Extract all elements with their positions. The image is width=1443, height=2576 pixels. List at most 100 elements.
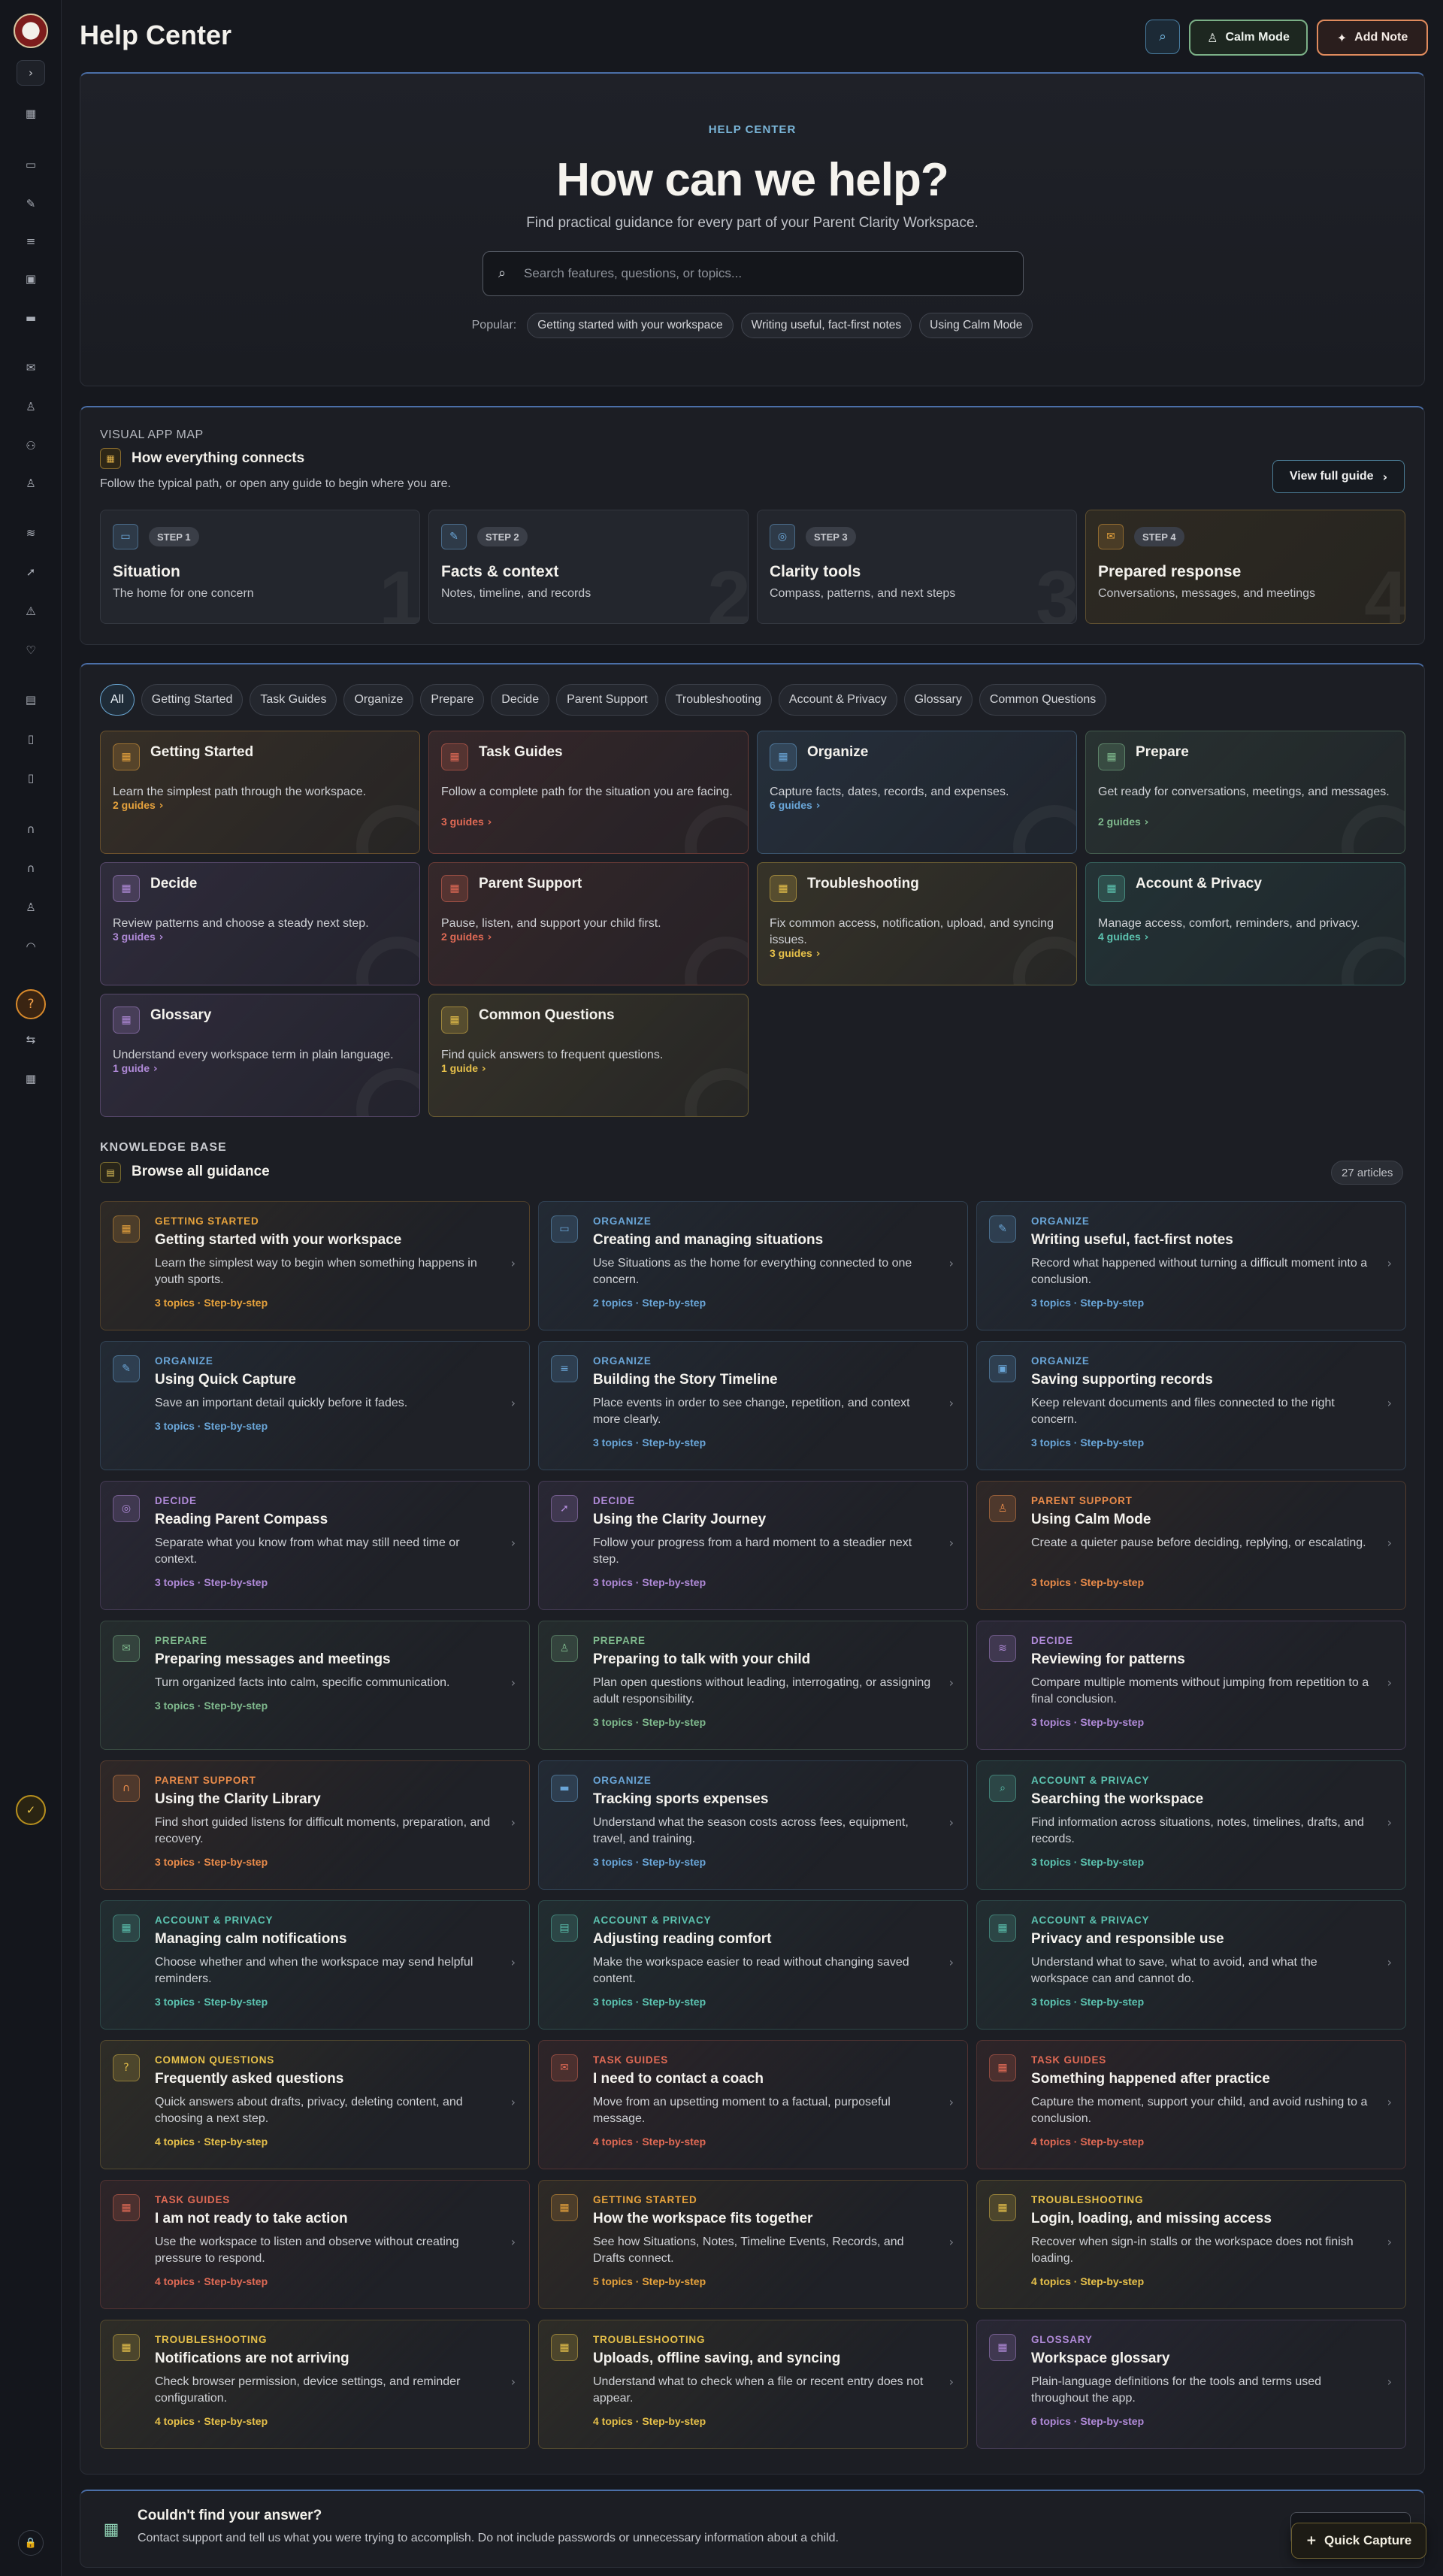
add-note-button[interactable]: ✦ Add Note (1317, 20, 1428, 56)
note-icon[interactable]: ✎ (20, 192, 42, 215)
article-card[interactable]: ◎ DECIDE Reading Parent Compass Separate wh… (100, 1481, 530, 1610)
card-icon[interactable]: ▬ (20, 307, 42, 329)
article-card[interactable]: ▦ GETTING STARTED How the workspace fits t… (538, 2180, 968, 2309)
help-icon[interactable]: ? (16, 989, 46, 1019)
calendar-icon[interactable]: ▣ (20, 268, 42, 290)
figure-icon[interactable]: ♙ (20, 896, 42, 919)
search-button[interactable]: ⌕ (1145, 20, 1180, 54)
category-card[interactable]: ▦ Parent Support Pause, listen, and suppor… (428, 862, 749, 985)
article-card[interactable]: ♙ PARENT SUPPORT Using Calm Mode Create a q… (976, 1481, 1406, 1610)
article-card[interactable]: ✉ PREPARE Preparing messages and meetings T… (100, 1621, 530, 1750)
check-icon[interactable]: ✓ (16, 1795, 46, 1825)
article-card[interactable]: ✎ ORGANIZE Writing useful, fact-first note… (976, 1201, 1406, 1330)
document-icon[interactable]: ▤ (20, 689, 42, 711)
category-card[interactable]: ▦ Getting Started Learn the simplest path … (100, 731, 420, 854)
journey-icon[interactable]: ➚ (20, 561, 42, 583)
popular-chip[interactable]: Writing useful, fact-first notes (740, 313, 912, 338)
lock-icon[interactable]: 🔒 (18, 2530, 44, 2556)
step-card[interactable]: ✉ STEP 4 Prepared response Conversations, m… (1085, 510, 1405, 624)
knowledge-base-title: Browse all guidance (132, 1164, 270, 1179)
alert-icon[interactable]: ⚠ (20, 600, 42, 622)
filter-chip[interactable]: Common Questions (979, 684, 1107, 716)
settings-icon[interactable]: ⇆ (20, 1028, 42, 1051)
filter-chip[interactable]: Getting Started (141, 684, 244, 716)
filter-chip[interactable]: Parent Support (556, 684, 658, 716)
article-card[interactable]: ♙ PREPARE Preparing to talk with your chil… (538, 1621, 968, 1750)
folder-icon: ▭ (551, 1215, 578, 1243)
step-card[interactable]: ▭ STEP 1 Situation The home for one concern… (100, 510, 420, 624)
headphones-icon[interactable]: ∩ (20, 857, 42, 879)
logo[interactable] (14, 14, 48, 48)
filter-chip[interactable]: Account & Privacy (778, 684, 897, 716)
heart-icon[interactable]: ♡ (20, 639, 42, 661)
filter-chip[interactable]: Decide (491, 684, 550, 716)
filter-chip[interactable]: All (100, 684, 135, 716)
article-card[interactable]: ≡ ORGANIZE Building the Story Timeline Plac… (538, 1341, 968, 1470)
feed-icon[interactable]: ◠ (20, 935, 42, 958)
article-category: ORGANIZE (593, 1355, 652, 1367)
category-card[interactable]: ▦ Prepare Get ready for conversations, mee… (1085, 731, 1405, 854)
category-card[interactable]: ▦ Organize Capture facts, dates, records, … (757, 731, 1077, 854)
article-card[interactable]: ⌕ ACCOUNT & PRIVACY Searching the workspac… (976, 1760, 1406, 1890)
step-card[interactable]: ◎ STEP 3 Clarity tools Compass, patterns, a… (757, 510, 1077, 624)
sidebar-toggle-button[interactable]: › (17, 60, 45, 86)
mail-icon[interactable]: ✉ (20, 356, 42, 379)
category-description: Capture facts, dates, records, and expen… (770, 786, 1009, 798)
filter-chip[interactable]: Task Guides (250, 684, 337, 716)
figure-icon[interactable]: ♙ (20, 472, 42, 495)
category-card[interactable]: ▦ Decide Review patterns and choose a stea… (100, 862, 420, 985)
article-card[interactable]: ➚ DECIDE Using the Clarity Journey Follow y… (538, 1481, 968, 1610)
article-card[interactable]: ✉ TASK GUIDES I need to contact a coach Mov… (538, 2040, 968, 2169)
article-card[interactable]: ▦ ACCOUNT & PRIVACY Managing calm notifica… (100, 1900, 530, 2030)
file-icon[interactable]: ▯ (20, 728, 42, 750)
category-card[interactable]: ▦ Common Questions Find quick answers to f… (428, 994, 749, 1117)
article-card[interactable]: ▦ TASK GUIDES Something happened after pra… (976, 2040, 1406, 2169)
category-card[interactable]: ▦ Account & Privacy Manage access, comfort… (1085, 862, 1405, 985)
article-meta: 3 topics · Step-by-step (1031, 1297, 1145, 1309)
article-card[interactable]: ▦ GLOSSARY Workspace glossary Plain-languag… (976, 2320, 1406, 2449)
person-icon[interactable]: ♙ (20, 395, 42, 418)
timeline-icon[interactable]: ≡ (20, 230, 42, 253)
headphones-icon[interactable]: ∩ (20, 818, 42, 840)
people-icon[interactable]: ⚇ (20, 434, 42, 457)
category-card[interactable]: ▦ Task Guides Follow a complete path for t… (428, 731, 749, 854)
grid-icon[interactable]: ▦ (20, 102, 42, 125)
article-card[interactable]: ▬ ORGANIZE Tracking sports expenses Underst… (538, 1760, 968, 1890)
article-card[interactable]: ≋ DECIDE Reviewing for patterns Compare mul… (976, 1621, 1406, 1750)
chevron-right-icon: › (510, 1256, 516, 1270)
file-icon[interactable]: ▯ (20, 767, 42, 789)
article-card[interactable]: ∩ PARENT SUPPORT Using the Clarity Library… (100, 1760, 530, 1890)
article-card[interactable]: ✎ ORGANIZE Using Quick Capture Save an impo… (100, 1341, 530, 1470)
popular-chip[interactable]: Getting started with your workspace (527, 313, 734, 338)
grid-icon[interactable]: ▦ (20, 1067, 42, 1090)
category-guide-count-text: 3 guides (770, 947, 812, 959)
step-title: Clarity tools (770, 563, 861, 580)
popular-chip[interactable]: Using Calm Mode (919, 313, 1033, 338)
step-card[interactable]: ✎ STEP 2 Facts & context Notes, timeline, a… (428, 510, 749, 624)
category-card[interactable]: ▦ Troubleshooting Fix common access, notif… (757, 862, 1077, 985)
popular-topics: Popular: Getting started with your works… (80, 313, 1424, 338)
article-card[interactable]: ▦ TASK GUIDES I am not ready to take actio… (100, 2180, 530, 2309)
article-title: Managing calm notifications (155, 1931, 347, 1947)
article-card[interactable]: ▦ TROUBLESHOOTING Login, loading, and miss… (976, 2180, 1406, 2309)
article-card[interactable]: ▦ TROUBLESHOOTING Notifications are not ar… (100, 2320, 530, 2449)
calm-mode-button[interactable]: ♙ Calm Mode (1189, 20, 1308, 56)
article-card[interactable]: ▦ TROUBLESHOOTING Uploads, offline saving,… (538, 2320, 968, 2449)
article-card[interactable]: ▦ ACCOUNT & PRIVACY Privacy and responsibl… (976, 1900, 1406, 2030)
article-card[interactable]: ▭ ORGANIZE Creating and managing situation… (538, 1201, 968, 1330)
filter-chip[interactable]: Prepare (420, 684, 485, 716)
view-full-guide-button[interactable]: View full guide › (1272, 460, 1405, 493)
folder-icon[interactable]: ▭ (20, 153, 42, 176)
help-search-input[interactable] (524, 252, 1005, 295)
filter-chip[interactable]: Organize (343, 684, 414, 716)
article-card[interactable]: ▤ ACCOUNT & PRIVACY Adjusting reading comf… (538, 1900, 968, 2030)
quick-capture-button[interactable]: + Quick Capture (1291, 2523, 1426, 2559)
category-card[interactable]: ▦ Glossary Understand every workspace term… (100, 994, 420, 1117)
filter-chip[interactable]: Troubleshooting (664, 684, 772, 716)
article-card[interactable]: ? COMMON QUESTIONS Frequently asked questi… (100, 2040, 530, 2169)
filter-chip[interactable]: Glossary (903, 684, 973, 716)
step-number: 4 (1364, 555, 1405, 624)
article-card[interactable]: ▣ ORGANIZE Saving supporting records Keep r… (976, 1341, 1406, 1470)
article-card[interactable]: ▦ GETTING STARTED Getting started with you… (100, 1201, 530, 1330)
pattern-icon[interactable]: ≋ (20, 522, 42, 544)
